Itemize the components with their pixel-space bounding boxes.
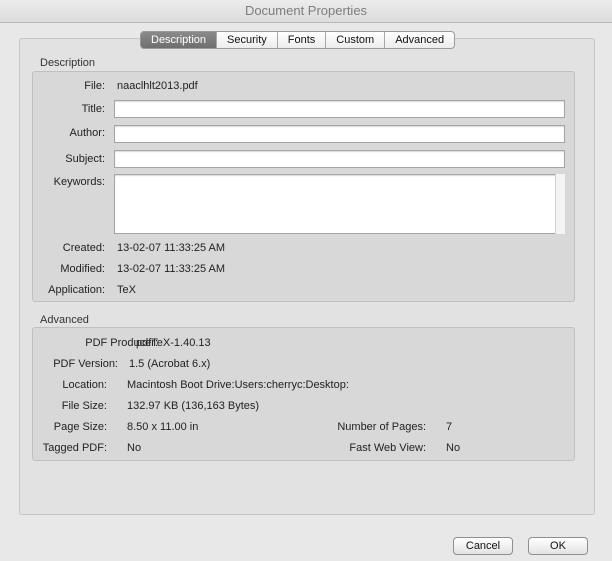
- tab-security[interactable]: Security: [217, 32, 278, 48]
- application-value: TeX: [117, 284, 136, 296]
- title-label: Title:: [81, 103, 105, 115]
- pdf-version-label: PDF Version:: [53, 358, 118, 370]
- tab-fonts[interactable]: Fonts: [278, 32, 327, 48]
- keywords-scrollbar[interactable]: [555, 174, 565, 234]
- window-title: Document Properties: [0, 0, 612, 23]
- tab-bar: Description Security Fonts Custom Advanc…: [140, 31, 456, 49]
- created-value: 13-02-07 11:33:25 AM: [117, 242, 226, 254]
- pdf-version-value: 1.5 (Acrobat 6.x): [129, 358, 211, 370]
- tab-description[interactable]: Description: [141, 32, 218, 48]
- file-value: naaclhlt2013.pdf: [117, 80, 198, 92]
- created-label: Created:: [62, 242, 105, 254]
- modified-label: Modified:: [60, 263, 105, 275]
- fast-web-view-value: No: [446, 442, 461, 454]
- location-value: Macintosh Boot Drive:Users:cherryc:Deskt…: [127, 379, 349, 391]
- pdf-producer-value: pdfTeX-1.40.13: [136, 337, 211, 349]
- author-field[interactable]: [114, 125, 565, 143]
- page-size-value: 8.50 x 11.00 in: [127, 421, 199, 433]
- keywords-box: [114, 174, 565, 234]
- ok-button[interactable]: OK: [528, 537, 588, 555]
- application-label: Application:: [48, 284, 105, 296]
- keywords-field[interactable]: [114, 174, 565, 234]
- cancel-button[interactable]: Cancel: [453, 537, 513, 555]
- file-label: File:: [84, 80, 105, 92]
- description-section-title: Description: [40, 57, 96, 69]
- file-size-label: File Size:: [61, 400, 107, 412]
- tab-advanced[interactable]: Advanced: [385, 32, 454, 48]
- number-of-pages-value: 7: [446, 421, 453, 433]
- keywords-label: Keywords:: [53, 176, 105, 188]
- author-label: Author:: [69, 127, 105, 139]
- tab-custom[interactable]: Custom: [326, 32, 386, 48]
- subject-field[interactable]: [114, 150, 565, 168]
- page-size-label: Page Size:: [53, 421, 107, 433]
- number-of-pages-label: Number of Pages:: [337, 421, 426, 433]
- file-size-value: 132.97 KB (136,163 Bytes): [127, 400, 260, 412]
- advanced-section-title: Advanced: [40, 314, 89, 326]
- subject-label: Subject:: [65, 153, 105, 165]
- tagged-pdf-value: No: [127, 442, 142, 454]
- tagged-pdf-label: Tagged PDF:: [42, 442, 107, 454]
- modified-value: 13-02-07 11:33:25 AM: [117, 263, 226, 275]
- title-field[interactable]: [114, 100, 565, 118]
- location-label: Location:: [62, 379, 107, 391]
- fast-web-view-label: Fast Web View:: [349, 442, 426, 454]
